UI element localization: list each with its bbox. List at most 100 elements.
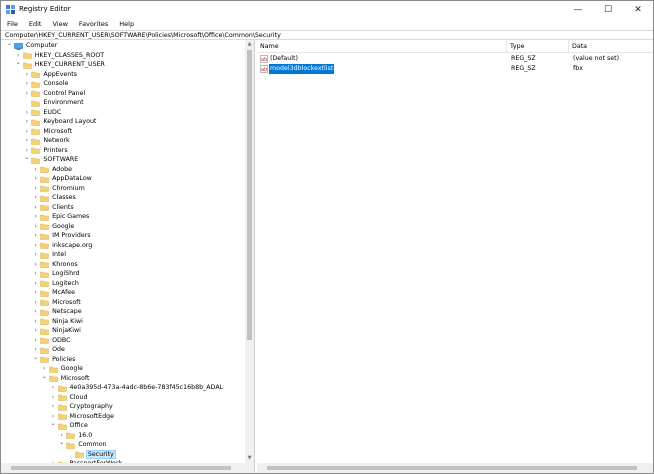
tree-item[interactable]: › NinjaKiwi bbox=[1, 326, 245, 336]
tree-item[interactable]: › Console bbox=[1, 79, 245, 89]
tree-item[interactable]: ⌄ HKEY_CURRENT_USER bbox=[1, 58, 245, 70]
tree-scroll-thumb[interactable] bbox=[247, 50, 252, 340]
tree-item[interactable]: ⌄ Common bbox=[1, 438, 245, 450]
tree-item[interactable]: › AppDataLow bbox=[1, 174, 245, 184]
chevron-right-icon[interactable]: › bbox=[32, 184, 39, 194]
chevron-right-icon[interactable]: › bbox=[32, 250, 39, 260]
tree-item[interactable]: ⌄ Policies bbox=[1, 353, 245, 365]
chevron-right-icon[interactable]: › bbox=[23, 108, 30, 118]
tree-item[interactable]: › Intel bbox=[1, 250, 245, 260]
tree-item[interactable]: Security bbox=[1, 449, 245, 459]
tree-item[interactable]: › LogiShrd bbox=[1, 269, 245, 279]
scroll-up-arrow-icon[interactable]: ▲ bbox=[245, 40, 254, 49]
chevron-right-icon[interactable]: › bbox=[32, 222, 39, 232]
chevron-right-icon[interactable]: › bbox=[50, 402, 57, 412]
chevron-down-icon[interactable]: ⌄ bbox=[50, 419, 57, 429]
list-hscroll-thumb[interactable] bbox=[267, 466, 637, 470]
tree-item[interactable]: › Cryptography bbox=[1, 402, 245, 412]
close-button[interactable]: ✕ bbox=[623, 1, 653, 19]
chevron-right-icon[interactable]: › bbox=[32, 174, 39, 184]
tree-item[interactable]: › ODBC bbox=[1, 336, 245, 346]
chevron-down-icon[interactable]: ⌄ bbox=[6, 40, 13, 49]
chevron-right-icon[interactable]: › bbox=[23, 136, 30, 146]
tree-item[interactable]: › Clients bbox=[1, 203, 245, 213]
tree-item[interactable]: ⌄ SOFTWARE bbox=[1, 153, 245, 165]
tree-item[interactable]: › Google bbox=[1, 364, 245, 374]
column-type-header[interactable]: Type bbox=[507, 40, 569, 53]
tree-item[interactable]: › Logitech bbox=[1, 279, 245, 289]
tree-item[interactable]: › Classes bbox=[1, 193, 245, 203]
tree-item[interactable]: › AppEvents bbox=[1, 70, 245, 80]
tree-item[interactable]: › Control Panel bbox=[1, 89, 245, 99]
chevron-right-icon[interactable]: › bbox=[32, 279, 39, 289]
tree-item[interactable]: › Microsoft bbox=[1, 298, 245, 308]
tree-item[interactable]: ⌄ Microsoft bbox=[1, 372, 245, 384]
tree-item[interactable]: › Microsoft bbox=[1, 127, 245, 137]
list-horizontal-scrollbar[interactable] bbox=[257, 463, 653, 473]
tree-item[interactable]: › Khronos bbox=[1, 260, 245, 270]
chevron-right-icon[interactable]: › bbox=[23, 79, 30, 89]
tree-item[interactable]: › Printers bbox=[1, 146, 245, 156]
tree-item[interactable]: ⌄ Office bbox=[1, 419, 245, 431]
tree-item[interactable]: › EUDC bbox=[1, 108, 245, 118]
tree-item[interactable]: › inkscape.org bbox=[1, 241, 245, 251]
address-path[interactable]: Computer\HKEY_CURRENT_USER\SOFTWARE\Poli… bbox=[5, 31, 281, 40]
tree-item[interactable]: › Chromium bbox=[1, 184, 245, 194]
tree-item[interactable]: ⌄ Computer bbox=[1, 40, 245, 51]
chevron-right-icon[interactable]: › bbox=[32, 212, 39, 222]
tree-hscroll-thumb[interactable] bbox=[11, 466, 231, 470]
chevron-right-icon[interactable]: › bbox=[32, 165, 39, 175]
chevron-right-icon[interactable]: › bbox=[32, 203, 39, 213]
chevron-right-icon[interactable]: › bbox=[32, 307, 39, 317]
tree-item[interactable]: › McAfee bbox=[1, 288, 245, 298]
menu-edit[interactable]: Edit bbox=[23, 19, 47, 30]
tree-item[interactable]: › Cloud bbox=[1, 393, 245, 403]
chevron-down-icon[interactable]: ⌄ bbox=[15, 58, 22, 68]
column-data-header[interactable]: Data bbox=[569, 40, 653, 53]
address-bar[interactable]: Computer\HKEY_CURRENT_USER\SOFTWARE\Poli… bbox=[1, 30, 653, 40]
title-bar[interactable]: Registry Editor — ☐ ✕ bbox=[1, 1, 653, 19]
chevron-down-icon[interactable]: ⌄ bbox=[41, 372, 48, 382]
chevron-down-icon[interactable]: ⌄ bbox=[32, 353, 39, 363]
chevron-right-icon[interactable]: › bbox=[23, 70, 30, 80]
chevron-right-icon[interactable]: › bbox=[23, 117, 30, 127]
chevron-down-icon[interactable]: ⌄ bbox=[23, 153, 30, 163]
chevron-down-icon[interactable]: ⌄ bbox=[58, 438, 65, 448]
tree-item[interactable]: › MicrosoftEdge bbox=[1, 412, 245, 422]
chevron-right-icon[interactable]: › bbox=[32, 326, 39, 336]
tree-item[interactable]: › Ninja Kiwi bbox=[1, 317, 245, 327]
minimize-button[interactable]: — bbox=[563, 1, 593, 19]
chevron-right-icon[interactable]: › bbox=[32, 317, 39, 327]
chevron-right-icon[interactable]: › bbox=[50, 383, 57, 393]
value-row[interactable]: ab model3dblockextlist REG_SZ fbx bbox=[257, 64, 653, 74]
chevron-right-icon[interactable]: › bbox=[32, 288, 39, 298]
chevron-right-icon[interactable]: › bbox=[32, 193, 39, 203]
chevron-right-icon[interactable]: › bbox=[32, 241, 39, 251]
chevron-right-icon[interactable]: › bbox=[23, 127, 30, 137]
tree-item[interactable]: › Google bbox=[1, 222, 245, 232]
chevron-right-icon[interactable]: › bbox=[32, 231, 39, 241]
menu-file[interactable]: File bbox=[1, 19, 23, 30]
tree-item[interactable]: Environment bbox=[1, 98, 245, 108]
tree-item[interactable]: › Network bbox=[1, 136, 245, 146]
chevron-right-icon[interactable]: › bbox=[32, 298, 39, 308]
tree-item[interactable]: › IM Providers bbox=[1, 231, 245, 241]
tree-item[interactable]: › Netscape bbox=[1, 307, 245, 317]
column-name-header[interactable]: Name bbox=[257, 40, 507, 53]
tree-item[interactable]: › 4e0a395d-473a-4adc-8b6e-783f45c16b8b_AD… bbox=[1, 383, 245, 393]
tree-item[interactable]: › Keyboard Layout bbox=[1, 117, 245, 127]
menu-help[interactable]: Help bbox=[113, 19, 139, 30]
maximize-button[interactable]: ☐ bbox=[593, 1, 623, 19]
tree-item[interactable]: › 16.0 bbox=[1, 431, 245, 441]
chevron-right-icon[interactable]: › bbox=[50, 393, 57, 403]
scroll-down-arrow-icon[interactable]: ▼ bbox=[245, 454, 254, 463]
menu-view[interactable]: View bbox=[46, 19, 72, 30]
chevron-right-icon[interactable]: › bbox=[32, 269, 39, 279]
chevron-right-icon[interactable]: › bbox=[32, 336, 39, 346]
tree-horizontal-scrollbar[interactable] bbox=[1, 463, 245, 473]
menu-favorites[interactable]: Favorites bbox=[73, 19, 113, 30]
tree-item[interactable]: › HKEY_CLASSES_ROOT bbox=[1, 51, 245, 61]
chevron-right-icon[interactable]: › bbox=[32, 260, 39, 270]
tree-item[interactable]: › Epic Games bbox=[1, 212, 245, 222]
tree-vertical-scrollbar[interactable]: ▲ ▼ bbox=[245, 40, 254, 473]
